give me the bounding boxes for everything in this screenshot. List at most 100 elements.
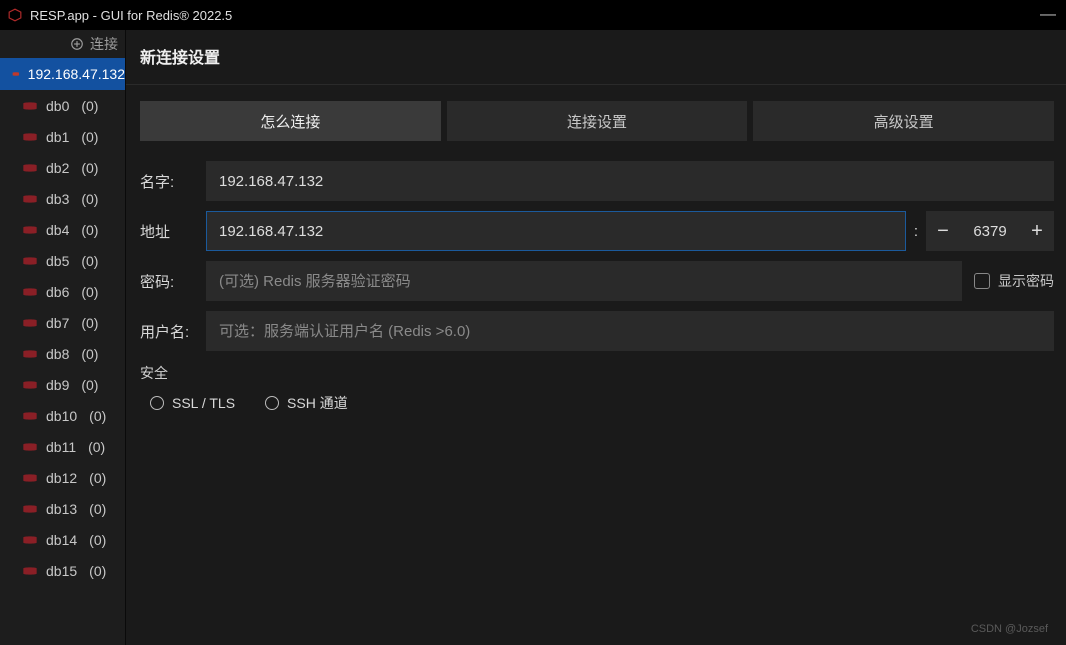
db-item[interactable]: db0 (0) xyxy=(0,90,125,121)
db-icon xyxy=(22,255,38,267)
db-icon xyxy=(22,131,38,143)
security-options: SSL / TLS SSH 通道 xyxy=(140,393,1054,413)
db-name: db4 xyxy=(46,222,69,238)
db-count: (0) xyxy=(81,253,98,269)
db-item[interactable]: db10 (0) xyxy=(0,400,125,431)
db-item[interactable]: db13 (0) xyxy=(0,493,125,524)
db-list: db0(0)db1(0)db2(0)db3(0)db4(0)db5(0)db6(… xyxy=(0,90,125,586)
db-item[interactable]: db15 (0) xyxy=(0,555,125,586)
db-count: (0) xyxy=(89,563,106,579)
minimize-button[interactable]: — xyxy=(1040,6,1056,24)
db-item[interactable]: db3 (0) xyxy=(0,183,125,214)
db-item[interactable]: db6(0) xyxy=(0,276,125,307)
show-password-toggle[interactable]: 显示密码 xyxy=(974,271,1054,291)
db-icon xyxy=(22,441,38,453)
db-item[interactable]: db8 (0) xyxy=(0,338,125,369)
addr-label: 地址 xyxy=(140,221,206,242)
add-connection-button[interactable]: 连接 xyxy=(0,30,125,58)
db-name: db0 xyxy=(46,98,69,114)
db-item[interactable]: db7(0) xyxy=(0,307,125,338)
connection-dialog: 新连接设置 怎么连接 连接设置 高级设置 名字: 地址 : − xyxy=(126,30,1066,645)
db-name: db7 xyxy=(46,315,69,331)
db-name: db13 xyxy=(46,501,77,517)
port-decrement[interactable]: − xyxy=(926,211,960,251)
plus-circle-icon xyxy=(70,37,84,51)
db-icon xyxy=(22,193,38,205)
db-icon xyxy=(22,162,38,174)
db-count: (0) xyxy=(81,98,98,114)
name-input[interactable] xyxy=(206,161,1054,201)
user-label: 用户名: xyxy=(140,321,206,342)
db-name: db6 xyxy=(46,284,69,300)
titlebar[interactable]: RESP.app - GUI for Redis® 2022.5 — xyxy=(0,0,1066,30)
ssh-radio[interactable]: SSH 通道 xyxy=(265,393,348,413)
ssl-label: SSL / TLS xyxy=(172,395,235,411)
radio-icon xyxy=(150,396,164,410)
db-icon xyxy=(22,100,38,112)
add-connection-label: 连接 xyxy=(90,34,118,54)
db-name: db15 xyxy=(46,563,77,579)
addr-input[interactable] xyxy=(206,211,906,251)
db-item[interactable]: db4 (0) xyxy=(0,214,125,245)
db-count: (0) xyxy=(81,346,98,362)
db-name: db9 xyxy=(46,377,69,393)
tab-connection-settings[interactable]: 连接设置 xyxy=(447,101,748,141)
db-name: db5 xyxy=(46,253,69,269)
security-title: 安全 xyxy=(140,363,1054,383)
db-name: db3 xyxy=(46,191,69,207)
db-item[interactable]: db1 (0) xyxy=(0,121,125,152)
connection-item-label: 192.168.47.132 xyxy=(28,66,125,82)
ssh-label: SSH 通道 xyxy=(287,393,348,413)
db-name: db1 xyxy=(46,129,69,145)
db-item[interactable]: db12(0) xyxy=(0,462,125,493)
db-item[interactable]: db5 (0) xyxy=(0,245,125,276)
db-count: (0) xyxy=(88,439,105,455)
checkbox-icon xyxy=(974,273,990,289)
db-item[interactable]: db2 (0) xyxy=(0,152,125,183)
name-row: 名字: xyxy=(140,161,1054,201)
dialog-tabs: 怎么连接 连接设置 高级设置 xyxy=(140,101,1054,141)
db-icon xyxy=(22,348,38,360)
pwd-input[interactable] xyxy=(206,261,962,301)
db-icon xyxy=(22,317,38,329)
db-count: (0) xyxy=(81,222,98,238)
port-increment[interactable]: + xyxy=(1020,211,1054,251)
db-item[interactable]: db14(0) xyxy=(0,524,125,555)
db-count: (0) xyxy=(89,501,106,517)
connection-item[interactable]: 192.168.47.132 xyxy=(0,58,125,90)
db-name: db11 xyxy=(46,439,76,455)
user-input[interactable] xyxy=(206,311,1054,351)
app-window: RESP.app - GUI for Redis® 2022.5 — 连接 19… xyxy=(0,0,1066,645)
dialog-title: 新连接设置 xyxy=(126,30,1066,85)
db-name: db2 xyxy=(46,160,69,176)
db-item[interactable]: db11 (0) xyxy=(0,431,125,462)
window-title: RESP.app - GUI for Redis® 2022.5 xyxy=(30,8,232,23)
db-icon xyxy=(22,410,38,422)
db-item[interactable]: db9(0) xyxy=(0,369,125,400)
db-name: db14 xyxy=(46,532,77,548)
pwd-label: 密码: xyxy=(140,271,206,292)
db-count: (0) xyxy=(89,408,106,424)
app-logo-icon xyxy=(8,8,22,22)
redis-icon xyxy=(12,68,20,80)
addr-port-separator: : xyxy=(906,223,926,240)
db-icon xyxy=(22,286,38,298)
db-icon xyxy=(22,379,38,391)
tab-how-to-connect[interactable]: 怎么连接 xyxy=(140,101,441,141)
pwd-row: 密码: 显示密码 xyxy=(140,261,1054,301)
db-count: (0) xyxy=(81,191,98,207)
ssl-radio[interactable]: SSL / TLS xyxy=(150,393,235,413)
port-stepper: − 6379 + xyxy=(926,211,1054,251)
db-icon xyxy=(22,534,38,546)
port-value[interactable]: 6379 xyxy=(960,211,1020,251)
db-name: db8 xyxy=(46,346,69,362)
addr-row: 地址 : − 6379 + xyxy=(140,211,1054,251)
db-count: (0) xyxy=(81,129,98,145)
db-count: (0) xyxy=(81,160,98,176)
name-label: 名字: xyxy=(140,171,206,192)
db-name: db10 xyxy=(46,408,77,424)
user-row: 用户名: xyxy=(140,311,1054,351)
db-name: db12 xyxy=(46,470,77,486)
radio-icon xyxy=(265,396,279,410)
tab-advanced-settings[interactable]: 高级设置 xyxy=(753,101,1054,141)
